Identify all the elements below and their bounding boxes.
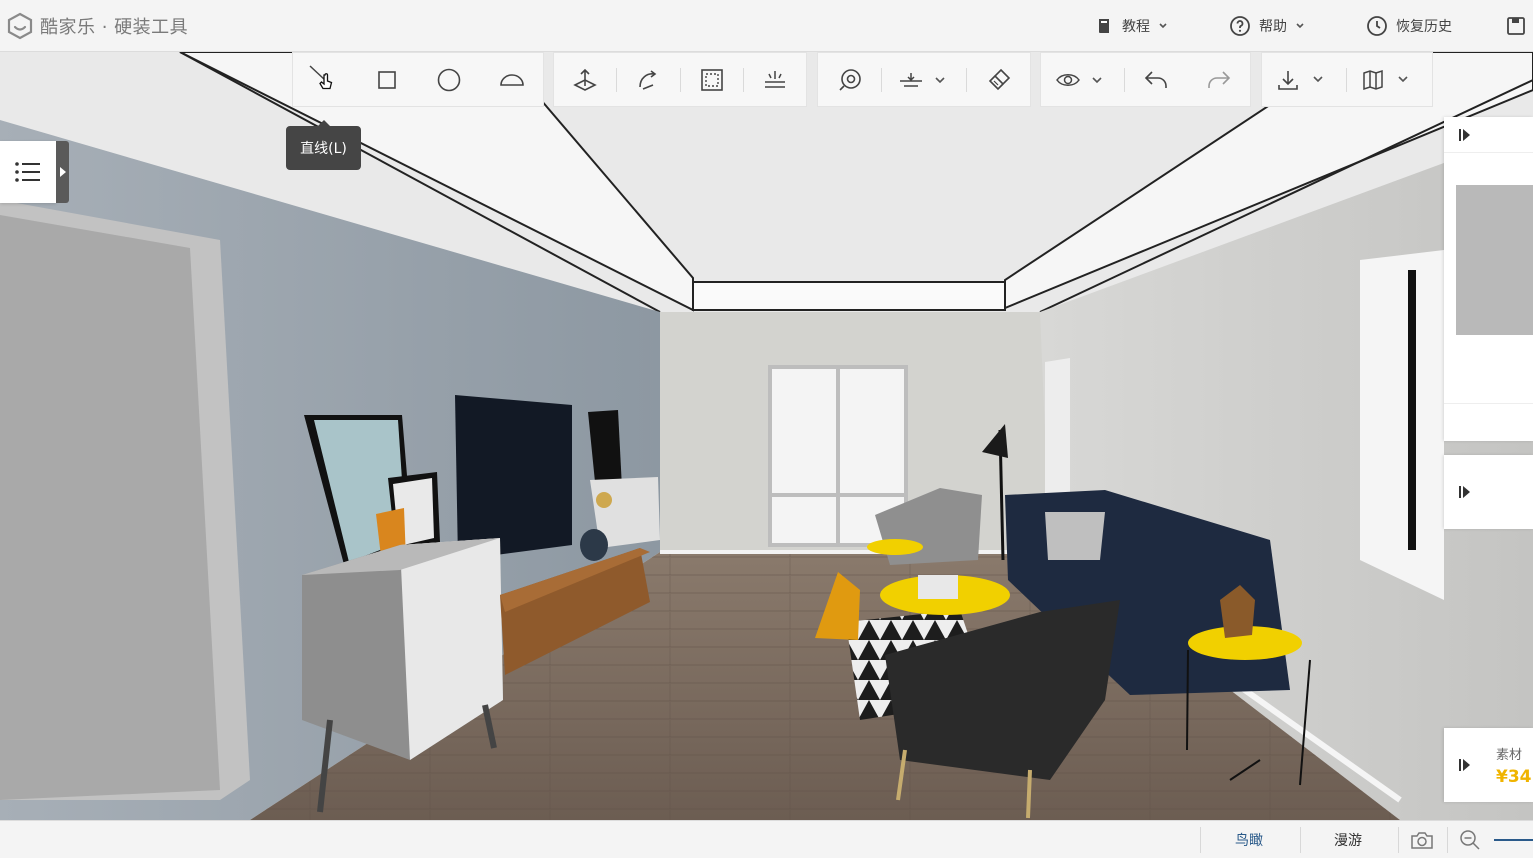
undo-icon: [1145, 70, 1168, 88]
menu-help-label: 帮助: [1259, 19, 1287, 35]
light-icon: [764, 70, 785, 88]
rotate-button[interactable]: [617, 52, 679, 107]
redo-button[interactable]: [1188, 52, 1250, 107]
menu-tutorial-label: 教程: [1122, 19, 1150, 35]
app-logo[interactable]: 酷家乐 · 硬装工具: [6, 10, 188, 42]
arc-tool-button[interactable]: [481, 52, 544, 107]
3d-viewport[interactable]: [0, 52, 1533, 820]
redo-icon: [1207, 70, 1230, 88]
toolbar-export-group: [1261, 52, 1433, 107]
menu-help[interactable]: 帮助: [1229, 0, 1305, 52]
toolbar-modify-group: [553, 52, 807, 107]
menu-restore-history[interactable]: 恢复历史: [1366, 0, 1452, 52]
collapse-panel-icon[interactable]: [1458, 128, 1472, 142]
undo-button[interactable]: [1125, 52, 1187, 107]
menu-tutorial[interactable]: 教程: [1096, 0, 1168, 52]
toolbar-draw-group: [292, 52, 544, 107]
right-panel-2: [1444, 455, 1533, 529]
select-frame-icon: [700, 68, 723, 91]
zoom-view-button[interactable]: [818, 52, 881, 107]
brush-icon: [988, 68, 1010, 90]
map-dropdown-icon: [1363, 69, 1408, 90]
right-panel-3: 素材 ¥34: [1444, 728, 1533, 802]
book-icon: [1099, 19, 1109, 33]
logo-icon: [7, 12, 33, 40]
save-icon: [1507, 17, 1525, 35]
room-render[interactable]: [0, 52, 1533, 820]
panel-divider: [1444, 403, 1533, 404]
light-button[interactable]: [744, 52, 806, 107]
bottom-divider: [1398, 827, 1399, 853]
select-frame-button[interactable]: [681, 52, 743, 107]
brush-button[interactable]: [967, 52, 1030, 107]
rectangle-icon: [377, 70, 396, 89]
left-panel-toggle[interactable]: [0, 141, 69, 203]
collapse-panel-icon[interactable]: [1458, 485, 1472, 499]
push-pull-button[interactable]: [554, 52, 616, 107]
circle-tool-button[interactable]: [418, 52, 481, 107]
screenshot-button[interactable]: [1410, 821, 1434, 858]
visibility-dropdown-button[interactable]: [1041, 52, 1124, 107]
tooltip: 直线(L): [286, 120, 361, 170]
line-icon: [309, 64, 333, 89]
menu-restore-history-label: 恢复历史: [1396, 19, 1452, 35]
app-title: 酷家乐 · 硬装工具: [40, 17, 189, 38]
align-dropdown-icon: [900, 72, 945, 87]
material-info[interactable]: 素材 ¥34: [1496, 744, 1532, 787]
toolbar-view-group: [817, 52, 1031, 107]
toolbar-history-group: [1040, 52, 1251, 107]
download-dropdown-icon: [1278, 70, 1323, 90]
expand-left-panel-tab[interactable]: [56, 141, 69, 203]
zoom-out-icon: [1460, 830, 1480, 850]
zoom-slider-track[interactable]: [1494, 839, 1533, 841]
list-icon: [15, 162, 40, 182]
zoom-out-button[interactable]: [1459, 821, 1481, 858]
material-thumbnail[interactable]: [1456, 185, 1533, 335]
camera-icon: [1411, 832, 1433, 849]
bottom-divider: [1300, 827, 1301, 853]
arc-icon: [499, 73, 524, 86]
zoom-view-icon: [838, 68, 861, 91]
clock-icon: [1367, 16, 1387, 36]
material-label: 素材: [1496, 747, 1523, 763]
bottom-divider: [1447, 827, 1448, 853]
help-circle-icon: [1230, 16, 1250, 36]
catalog-list-button[interactable]: [0, 141, 56, 203]
bottom-bar: 鸟瞰 漫游: [0, 820, 1533, 858]
bottom-divider: [1200, 827, 1201, 853]
birdseye-view-button[interactable]: 鸟瞰: [1235, 821, 1263, 858]
collapse-panel-icon[interactable]: [1458, 758, 1472, 772]
rectangle-tool-button[interactable]: [356, 52, 419, 107]
rotate-icon: [639, 69, 657, 90]
zoom-slider[interactable]: [1494, 821, 1533, 858]
circle-icon: [437, 68, 461, 91]
chevron-down-icon: [1296, 23, 1304, 29]
line-tool-button[interactable]: [293, 52, 356, 107]
map-dropdown-button[interactable]: [1347, 52, 1431, 107]
roam-view-button[interactable]: 漫游: [1334, 821, 1362, 858]
align-dropdown-button[interactable]: [882, 52, 966, 107]
right-panel-1: [1444, 117, 1533, 441]
material-price: ¥34: [1496, 766, 1532, 787]
caret-right-icon: [59, 167, 66, 177]
save-button[interactable]: [1506, 0, 1526, 52]
chevron-down-icon: [1159, 23, 1167, 29]
visibility-dropdown-icon: [1055, 73, 1102, 86]
download-dropdown-button[interactable]: [1262, 52, 1346, 107]
top-bar: 酷家乐 · 硬装工具 教程 帮助 恢复历史: [0, 0, 1533, 52]
push-pull-icon: [573, 68, 597, 91]
tv: [455, 395, 572, 560]
